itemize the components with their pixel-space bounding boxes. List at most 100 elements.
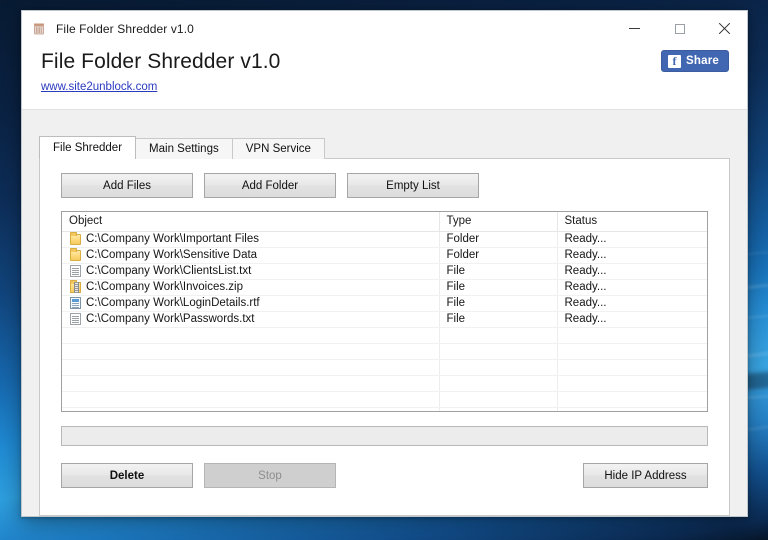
window-title: File Folder Shredder v1.0 bbox=[56, 22, 194, 36]
file-shredder-panel: Add Files Add Folder Empty List bbox=[39, 158, 730, 516]
tab-label: File Shredder bbox=[53, 142, 122, 154]
header-separator bbox=[22, 109, 747, 123]
cell-status: Ready... bbox=[557, 247, 708, 263]
cell-object: C:\Company Work\Passwords.txt bbox=[62, 311, 439, 327]
column-header-object[interactable]: Object bbox=[62, 212, 439, 231]
table-row-empty[interactable] bbox=[62, 407, 708, 412]
page-title: File Folder Shredder v1.0 bbox=[41, 50, 280, 74]
column-header-type[interactable]: Type bbox=[439, 212, 557, 231]
table-row-empty[interactable] bbox=[62, 327, 708, 343]
maximize-icon bbox=[675, 24, 685, 34]
shred-list-table: Object Type Status C:\Company Work\Impor… bbox=[62, 212, 708, 412]
stop-button: Stop bbox=[204, 463, 336, 488]
delete-button[interactable]: Delete bbox=[61, 463, 193, 488]
table-row-empty[interactable] bbox=[62, 359, 708, 375]
tab-strip: File Shredder Main Settings VPN Service bbox=[39, 136, 730, 159]
cell-status: Ready... bbox=[557, 311, 708, 327]
rtf-icon bbox=[70, 297, 81, 309]
object-cell-content: C:\Company Work\Sensitive Data bbox=[69, 248, 439, 262]
title-bar[interactable]: File Folder Shredder v1.0 bbox=[22, 11, 747, 46]
cell-object: C:\Company Work\LoginDetails.rtf bbox=[62, 295, 439, 311]
cell-empty bbox=[439, 327, 557, 343]
object-path-label: C:\Company Work\LoginDetails.rtf bbox=[86, 296, 260, 310]
cell-empty bbox=[62, 375, 439, 391]
cell-empty bbox=[439, 359, 557, 375]
add-files-button[interactable]: Add Files bbox=[61, 173, 193, 198]
hide-ip-address-button[interactable]: Hide IP Address bbox=[583, 463, 708, 488]
client-area: File Shredder Main Settings VPN Service … bbox=[22, 123, 747, 516]
website-link[interactable]: www.site2unblock.com bbox=[41, 81, 157, 93]
minimize-button[interactable] bbox=[612, 11, 657, 46]
cell-empty bbox=[557, 359, 708, 375]
cell-empty bbox=[439, 343, 557, 359]
table-row[interactable]: C:\Company Work\Invoices.zipFileReady... bbox=[62, 279, 708, 295]
column-header-status[interactable]: Status bbox=[557, 212, 708, 231]
tab-vpn-service[interactable]: VPN Service bbox=[232, 138, 325, 159]
brand-block: File Folder Shredder v1.0 www.site2unblo… bbox=[41, 46, 280, 93]
window-controls bbox=[612, 11, 747, 46]
cell-empty bbox=[62, 407, 439, 412]
cell-empty bbox=[62, 327, 439, 343]
object-cell-content: C:\Company Work\Important Files bbox=[69, 232, 439, 246]
header-band: File Folder Shredder v1.0 www.site2unblo… bbox=[22, 46, 747, 109]
cell-type: File bbox=[439, 263, 557, 279]
object-path-label: C:\Company Work\ClientsList.txt bbox=[86, 264, 251, 278]
cell-status: Ready... bbox=[557, 279, 708, 295]
table-row-empty[interactable] bbox=[62, 375, 708, 391]
cell-type: Folder bbox=[439, 247, 557, 263]
object-cell-content: C:\Company Work\ClientsList.txt bbox=[69, 264, 439, 278]
facebook-icon: f bbox=[668, 55, 681, 68]
progress-bar bbox=[61, 426, 708, 446]
cell-object: C:\Company Work\ClientsList.txt bbox=[62, 263, 439, 279]
object-path-label: C:\Company Work\Sensitive Data bbox=[86, 248, 257, 262]
cell-status: Ready... bbox=[557, 231, 708, 247]
cell-empty bbox=[62, 343, 439, 359]
add-folder-button[interactable]: Add Folder bbox=[204, 173, 336, 198]
action-bar: Delete Stop Hide IP Address bbox=[61, 463, 708, 488]
object-path-label: C:\Company Work\Important Files bbox=[86, 232, 259, 246]
folder-icon bbox=[70, 234, 81, 245]
zip-icon bbox=[70, 282, 81, 293]
table-row[interactable]: C:\Company Work\LoginDetails.rtf FileRead… bbox=[62, 295, 708, 311]
close-button[interactable] bbox=[702, 11, 747, 46]
cell-type: Folder bbox=[439, 231, 557, 247]
cell-status: Ready... bbox=[557, 295, 708, 311]
cell-empty bbox=[557, 407, 708, 412]
cell-object: C:\Company Work\Sensitive Data bbox=[62, 247, 439, 263]
cell-empty bbox=[557, 391, 708, 407]
facebook-share-button[interactable]: f Share bbox=[661, 50, 729, 72]
cell-empty bbox=[557, 375, 708, 391]
cell-type: File bbox=[439, 295, 557, 311]
cell-empty bbox=[557, 343, 708, 359]
delete-label: Delete bbox=[110, 470, 145, 482]
toolbar: Add Files Add Folder Empty List bbox=[61, 173, 708, 198]
object-cell-content: C:\Company Work\Invoices.zip bbox=[69, 280, 439, 294]
doc-icon bbox=[70, 313, 81, 325]
cell-object: C:\Company Work\Important Files bbox=[62, 231, 439, 247]
minimize-icon bbox=[629, 28, 640, 29]
table-row-empty[interactable] bbox=[62, 391, 708, 407]
cell-empty bbox=[439, 391, 557, 407]
table-row-empty[interactable] bbox=[62, 343, 708, 359]
empty-list-button[interactable]: Empty List bbox=[347, 173, 479, 198]
object-path-label: C:\Company Work\Passwords.txt bbox=[86, 312, 255, 326]
maximize-button[interactable] bbox=[657, 11, 702, 46]
table-row[interactable]: C:\Company Work\Sensitive Data FolderRead… bbox=[62, 247, 708, 263]
cell-empty bbox=[62, 359, 439, 375]
tab-main-settings[interactable]: Main Settings bbox=[135, 138, 233, 159]
table-row[interactable]: C:\Company Work\ClientsList.txtFileReady… bbox=[62, 263, 708, 279]
share-button-label: Share bbox=[686, 55, 719, 67]
cell-empty bbox=[439, 375, 557, 391]
table-row[interactable]: C:\Company Work\Passwords.txtFileReady..… bbox=[62, 311, 708, 327]
table-row[interactable]: C:\Company Work\Important Files FolderRea… bbox=[62, 231, 708, 247]
tab-label: Main Settings bbox=[149, 143, 219, 155]
add-files-label: Add Files bbox=[103, 180, 151, 192]
hide-ip-label: Hide IP Address bbox=[604, 470, 686, 482]
header-row: Object Type Status bbox=[62, 212, 708, 231]
folder-icon bbox=[70, 250, 81, 261]
tab-file-shredder[interactable]: File Shredder bbox=[39, 136, 136, 159]
doc-icon bbox=[70, 265, 81, 277]
shred-list[interactable]: Object Type Status C:\Company Work\Impor… bbox=[61, 211, 708, 412]
add-folder-label: Add Folder bbox=[242, 180, 298, 192]
object-cell-content: C:\Company Work\LoginDetails.rtf bbox=[69, 296, 439, 310]
